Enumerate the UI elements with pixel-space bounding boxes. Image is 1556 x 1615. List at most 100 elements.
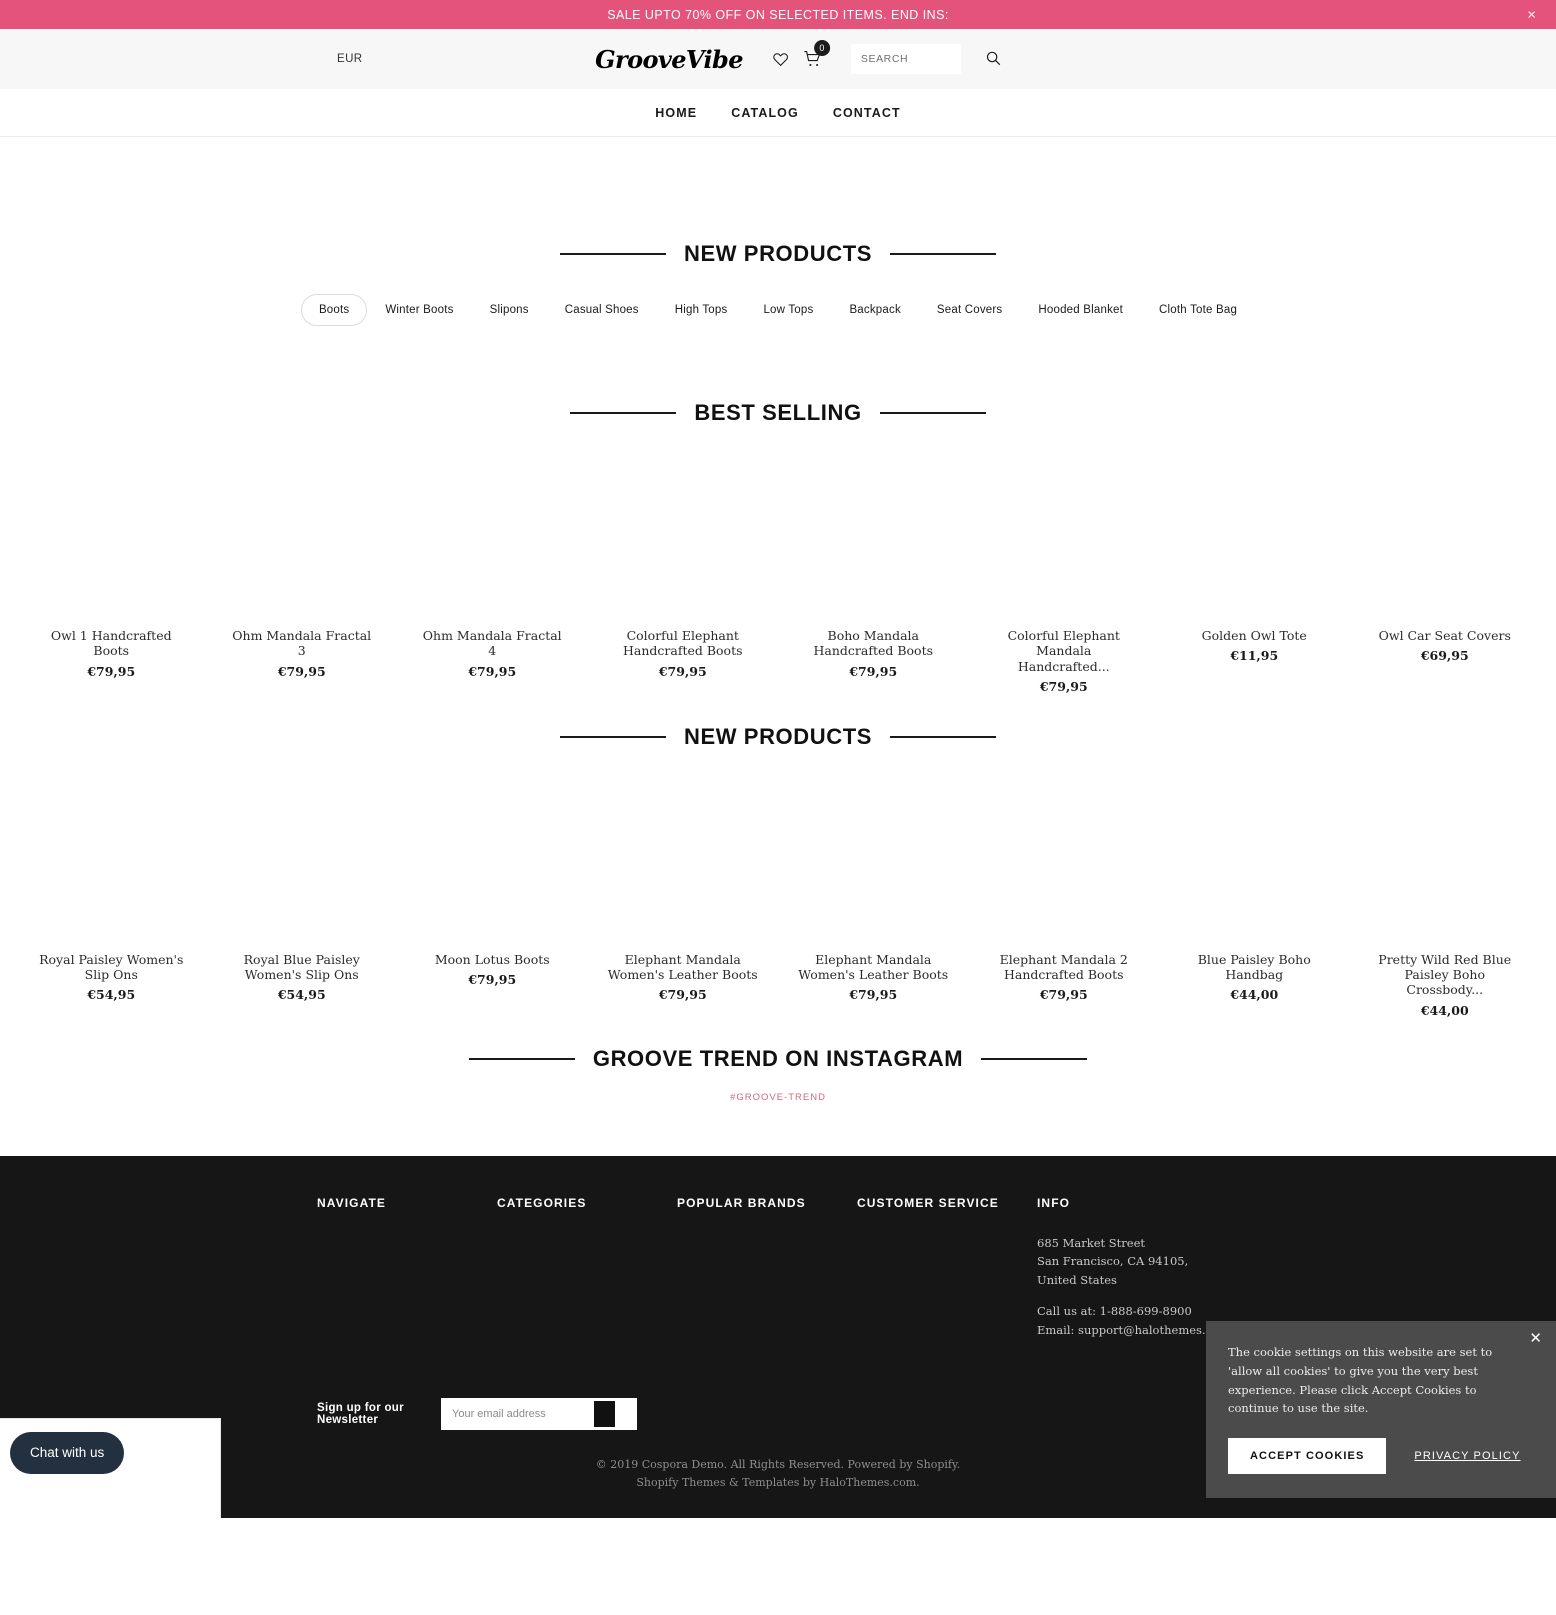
instagram-hashtag[interactable]: #GROOVE-TREND [0, 1092, 1556, 1103]
product-image [587, 797, 778, 948]
tab-low-tops[interactable]: Low Tops [745, 294, 831, 326]
tab-cloth-tote-bag[interactable]: Cloth Tote Bag [1141, 294, 1255, 326]
product-title: Colorful Elephant Mandala Handcrafted... [1007, 628, 1120, 674]
product-image [206, 474, 397, 624]
heading-rule-left [468, 1057, 575, 1060]
product-card[interactable]: Elephant Mandala Women's Leather Boots €… [587, 797, 778, 1018]
cookie-actions: ACCEPT COOKIES PRIVACY POLICY [1228, 1437, 1530, 1474]
privacy-policy-link[interactable]: PRIVACY POLICY [1414, 1450, 1520, 1462]
tab-hooded-blanket[interactable]: Hooded Blanket [1020, 294, 1141, 326]
tab-backpack[interactable]: Backpack [831, 294, 918, 326]
accept-cookies-button[interactable]: ACCEPT COOKIES [1228, 1437, 1387, 1474]
phone-line[interactable]: Call us at: 1-888-699-8900 [1037, 1302, 1357, 1321]
newsletter-form [441, 1397, 637, 1430]
product-card[interactable]: Elephant Mandala Women's Leather Boots €… [778, 797, 969, 1018]
currency-selector[interactable]: EUR [337, 53, 362, 65]
newsletter-submit-button[interactable] [594, 1400, 615, 1427]
product-image [397, 474, 588, 624]
product-card[interactable]: Boho Mandala Handcrafted Boots €79,95 [778, 474, 969, 694]
footer-columns: NAVIGATE CATEGORIES POPULAR BRANDS CUSTO… [0, 1196, 1556, 1340]
product-image [1349, 797, 1540, 948]
close-icon[interactable]: × [1527, 7, 1536, 22]
site-logo[interactable]: GrooveVibe [595, 45, 743, 74]
product-card[interactable]: Elephant Mandala 2 Handcrafted Boots €79… [968, 797, 1159, 1018]
tab-casual-shoes[interactable]: Casual Shoes [547, 294, 657, 326]
product-price: €54,95 [87, 987, 136, 1003]
footer-column-title: NAVIGATE [317, 1195, 387, 1210]
nav-item-home[interactable]: HOME [655, 106, 697, 120]
footer-column-title: CUSTOMER SERVICE [857, 1195, 999, 1210]
product-price: €79,95 [468, 972, 517, 987]
heading-rule-right [879, 412, 986, 414]
heading-rule-left [570, 412, 677, 414]
product-price: €79,95 [658, 663, 707, 679]
heading-rule-right [890, 253, 997, 255]
product-card[interactable]: Royal Blue Paisley Women's Slip Ons €54,… [206, 797, 397, 1018]
product-price: €54,95 [277, 987, 326, 1003]
product-title: Ohm Mandala Fractal 3 [232, 628, 372, 659]
product-image [587, 474, 778, 624]
search-button[interactable] [981, 46, 1005, 73]
product-title: Golden Owl Tote [1201, 628, 1307, 643]
nav-item-contact[interactable]: CONTACT [833, 106, 901, 120]
tab-boots[interactable]: Boots [300, 294, 368, 326]
product-card[interactable]: Colorful Elephant Handcrafted Boots €79,… [587, 474, 778, 694]
cart-count-badge: 0 [813, 40, 830, 56]
tab-winter-boots[interactable]: Winter Boots [367, 294, 471, 326]
new-products-tabs-heading: NEW PRODUCTS [0, 241, 1556, 267]
tab-slipons[interactable]: Slipons [472, 294, 547, 326]
product-card[interactable]: Colorful Elephant Mandala Handcrafted...… [968, 474, 1159, 694]
product-price: €79,95 [658, 987, 707, 1003]
product-price: €11,95 [1230, 648, 1279, 664]
product-card[interactable]: Blue Paisley Boho Handbag €44,00 [1159, 797, 1350, 1018]
cookie-consent-banner: ✕ The cookie settings on this website ar… [1206, 1321, 1556, 1498]
footer-column-navigate: NAVIGATE [317, 1196, 497, 1340]
insta-spacer [0, 1018, 1556, 1046]
newsletter-email-input[interactable] [441, 1397, 594, 1430]
product-image [1349, 474, 1540, 624]
main-navigation: HOME CATALOG CONTACT [0, 89, 1556, 137]
chat-with-us-button[interactable]: Chat with us [10, 1431, 125, 1474]
header: EUR GrooveVibe 0 [0, 29, 1556, 89]
wishlist-button[interactable] [765, 51, 796, 67]
product-title: Elephant Mandala 2 Handcrafted Boots [999, 951, 1128, 982]
footer-column-popular-brands: POPULAR BRANDS [677, 1196, 857, 1340]
product-card[interactable]: Pretty Wild Red Blue Paisley Boho Crossb… [1349, 797, 1540, 1018]
cart-button[interactable]: 0 [796, 40, 830, 68]
product-card[interactable]: Owl Car Seat Covers €69,95 [1349, 474, 1540, 694]
footer-column-title: INFO [1037, 1195, 1071, 1210]
grid-spacer [0, 694, 1556, 724]
product-card[interactable]: Ohm Mandala Fractal 3 €79,95 [206, 474, 397, 694]
best-selling-heading: BEST SELLING [0, 400, 1556, 426]
address-line-2: San Francisco, CA 94105, [1037, 1254, 1189, 1269]
product-price: €79,95 [849, 663, 898, 679]
product-price: €79,95 [849, 987, 898, 1003]
footer-column-categories: CATEGORIES [497, 1196, 677, 1340]
chat-widget: Chat with us [0, 1417, 221, 1518]
product-price: €44,00 [1230, 987, 1279, 1003]
product-title: Blue Paisley Boho Handbag [1197, 951, 1311, 982]
product-card[interactable]: Golden Owl Tote €11,95 [1159, 474, 1350, 694]
address-line-3: United States [1037, 1272, 1117, 1287]
product-card[interactable]: Owl 1 Handcrafted Boots €79,95 [16, 474, 207, 694]
product-title: Elephant Mandala Women's Leather Boots [798, 951, 949, 982]
product-image [968, 797, 1159, 948]
tab-high-tops[interactable]: High Tops [657, 294, 746, 326]
product-card[interactable]: Royal Paisley Women's Slip Ons €54,95 [16, 797, 207, 1018]
product-title: Elephant Mandala Women's Leather Boots [607, 951, 758, 982]
announcement-text: SALE UPTO 70% OFF ON SELECTED ITEMS. END… [607, 7, 949, 22]
product-title: Boho Mandala Handcrafted Boots [813, 628, 934, 659]
tab-seat-covers[interactable]: Seat Covers [919, 294, 1020, 326]
close-icon[interactable]: ✕ [1529, 1331, 1542, 1346]
product-image [778, 474, 969, 624]
search-input[interactable] [850, 44, 961, 74]
product-title: Colorful Elephant Handcrafted Boots [622, 628, 743, 659]
product-title: Royal Blue Paisley Women's Slip Ons [243, 951, 360, 982]
cookie-message: The cookie settings on this website are … [1228, 1345, 1493, 1416]
product-card[interactable]: Moon Lotus Boots €79,95 [397, 797, 588, 1018]
section-title: GROOVE TREND ON INSTAGRAM [592, 1045, 964, 1071]
heading-rule-left [559, 253, 666, 255]
product-card[interactable]: Ohm Mandala Fractal 4 €79,95 [397, 474, 588, 694]
nav-item-catalog[interactable]: CATALOG [731, 106, 799, 120]
product-price: €69,95 [1420, 648, 1469, 664]
